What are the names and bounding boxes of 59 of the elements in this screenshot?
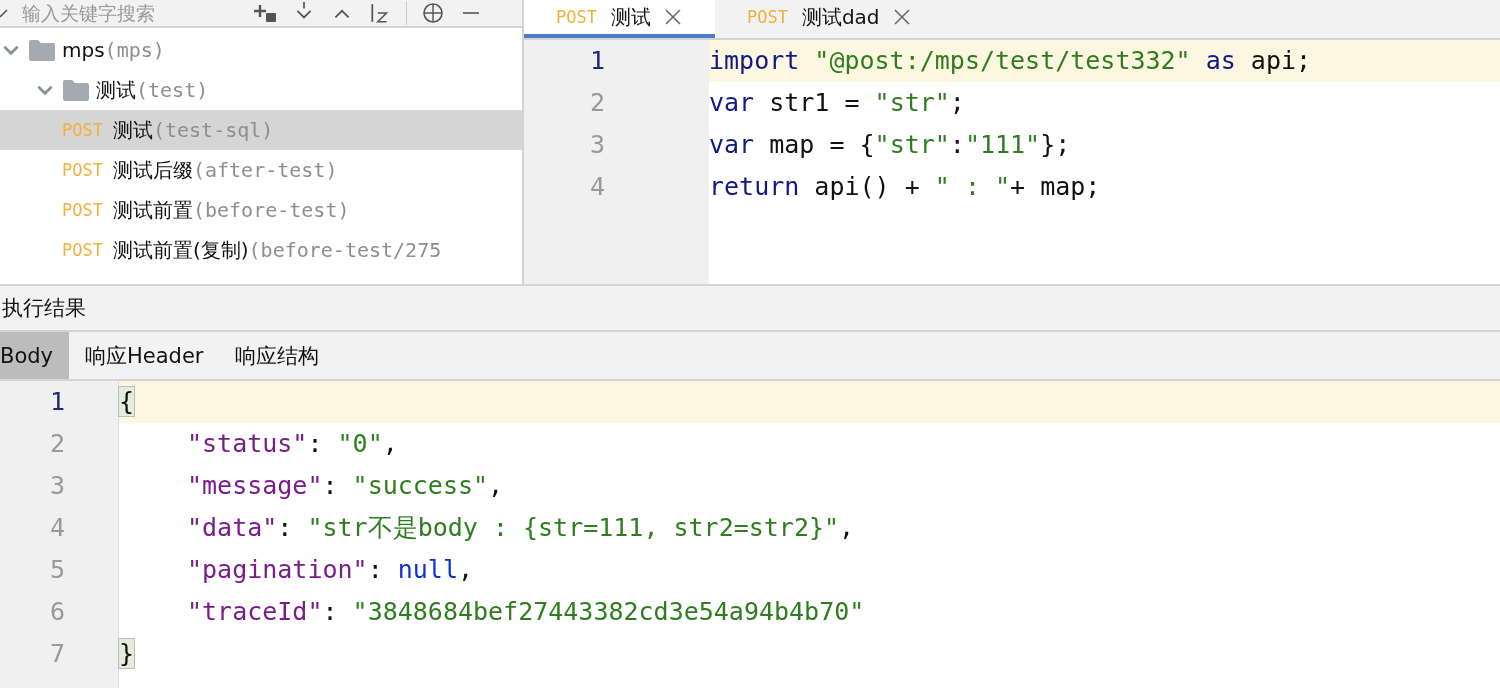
item-path: (before-test) (192, 198, 350, 222)
item-path: (test) (136, 78, 209, 102)
close-icon[interactable] (662, 7, 683, 27)
line-number: 3 (589, 129, 607, 161)
tree-item[interactable]: mps(mps) (0, 30, 522, 70)
line-number: 6 (49, 596, 67, 628)
item-path: (after-test) (192, 158, 338, 182)
result-tab[interactable]: 响应结构 (219, 332, 336, 379)
code-line: import "@post:/mps/test/test332" as api; (709, 46, 1312, 75)
line-number: 7 (49, 638, 67, 670)
result-tab[interactable]: 响应Header (69, 332, 220, 379)
tree-item[interactable]: POST 测试前置(before-test) (0, 190, 522, 230)
code-line: var str1 = "str"; (709, 88, 965, 117)
tab-label: 测试 (610, 3, 651, 31)
line-number: 5 (49, 554, 67, 586)
line-number: 4 (49, 512, 67, 544)
code-line: var map = {"str":"111"}; (709, 130, 1071, 159)
item-name: 测试前置 (112, 196, 193, 224)
item-name: 测试前置(复制) (112, 236, 249, 264)
code-line: "data": "str不是body : {str=111, str2=str2}", (187, 513, 855, 542)
method-label: POST (746, 7, 788, 27)
panel-title: 执行结果 (2, 295, 86, 322)
tree-item[interactable]: 测试(test) (0, 70, 522, 110)
method-label: POST (62, 120, 103, 140)
line-number: 1 (49, 386, 67, 418)
code-line: return api() + " : "+ map; (709, 172, 1101, 201)
tab-label: 测试dad (801, 3, 880, 31)
item-path: (before-test/275 (248, 238, 442, 262)
code-line: "status": "0", (187, 429, 398, 458)
folder-icon (28, 38, 56, 62)
item-path: (test-sql) (152, 118, 274, 142)
tree-item[interactable]: POST 测试前置(复制)(before-test/275 (0, 230, 522, 270)
item-name: 测试 (96, 76, 136, 104)
result-tab[interactable]: Body (0, 332, 69, 379)
method-label: POST (62, 200, 103, 220)
search-icon (0, 8, 8, 18)
item-name: mps (62, 38, 105, 62)
target-icon[interactable] (421, 2, 445, 24)
method-label: POST (556, 7, 597, 27)
line-number: 2 (589, 87, 607, 119)
code-line: "traceId": "3848684bef27443382cd3e54a94b4b70" (187, 597, 865, 626)
line-number: 2 (49, 428, 67, 460)
item-name: 测试 (112, 116, 153, 144)
tree-item[interactable]: POST 测试(test-sql) (0, 110, 522, 150)
editor-tab[interactable]: POST 测试dad (714, 0, 944, 38)
item-name: 测试后缀 (112, 156, 193, 184)
folder-icon (62, 78, 90, 102)
code-line: "message": "success", (187, 471, 504, 500)
method-label: POST (62, 240, 103, 260)
code-line: "pagination": null, (187, 555, 473, 584)
add-folder-icon[interactable] (254, 2, 278, 24)
editor-tab[interactable]: POST 测试 (524, 0, 715, 38)
item-path: (mps) (104, 38, 165, 62)
line-number: 1 (589, 45, 607, 77)
line-number: 4 (589, 171, 607, 203)
close-icon[interactable] (891, 7, 912, 27)
tree-item[interactable]: POST 测试后缀(after-test) (0, 150, 522, 190)
method-label: POST (62, 160, 103, 180)
line-number: 3 (49, 470, 67, 502)
